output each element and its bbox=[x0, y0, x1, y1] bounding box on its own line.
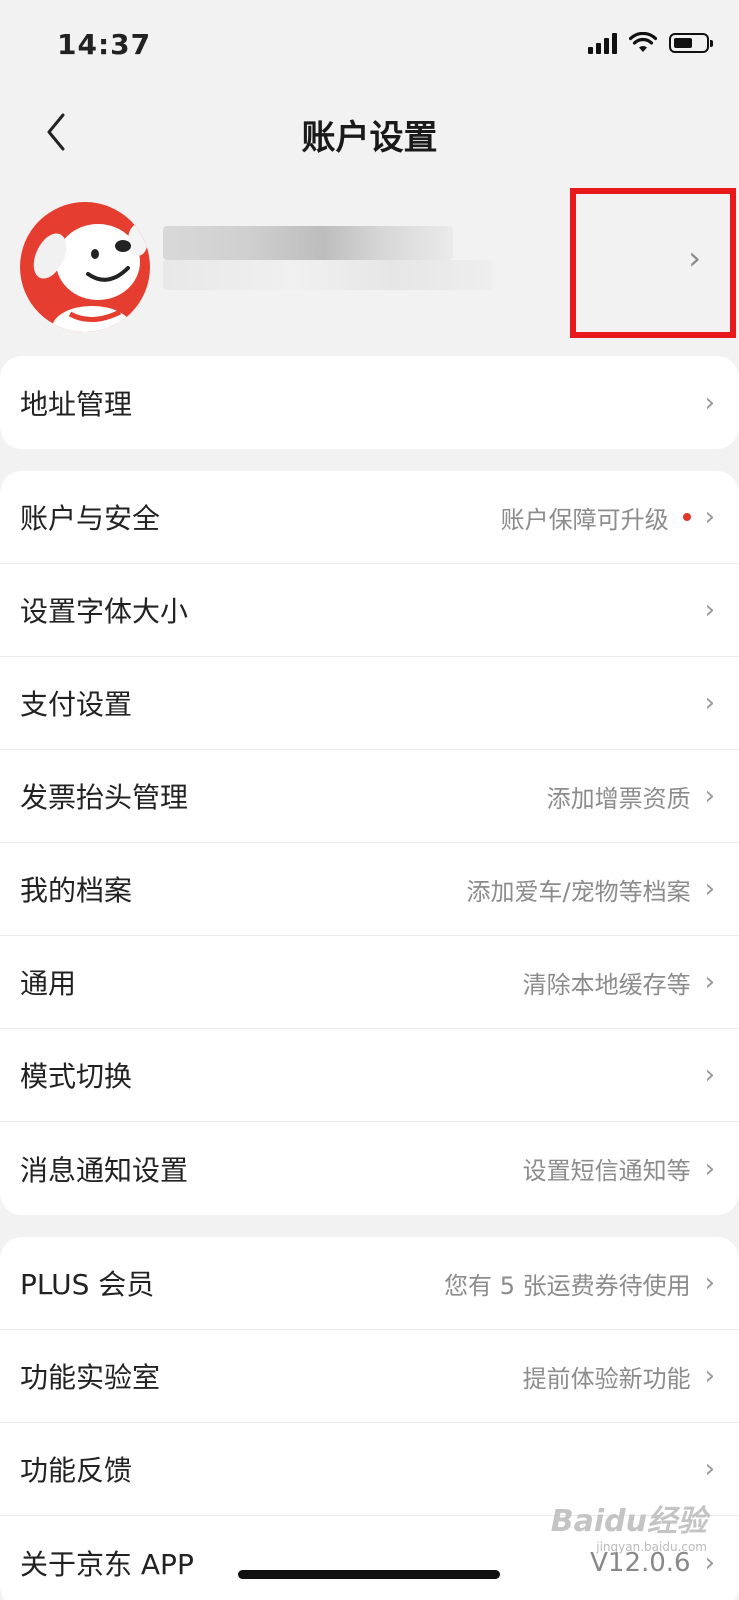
status-icons bbox=[588, 32, 713, 54]
row-label: 发票抬头管理 bbox=[20, 781, 189, 814]
row-hint: 设置短信通知等 bbox=[522, 1157, 691, 1185]
status-time: 14:37 bbox=[57, 28, 152, 61]
profile-header[interactable]: › bbox=[0, 180, 739, 356]
row-my-profile[interactable]: 我的档案 添加爱车/宠物等档案 › bbox=[0, 843, 739, 936]
chevron-right-icon: › bbox=[704, 967, 715, 997]
chevron-right-icon: › bbox=[704, 1361, 715, 1391]
chevron-right-icon: › bbox=[704, 1060, 715, 1090]
row-notification-settings[interactable]: 消息通知设置 设置短信通知等 › bbox=[0, 1122, 739, 1215]
chevron-right-icon: › bbox=[704, 874, 715, 904]
row-hint: 账户保障可升级 bbox=[500, 505, 669, 534]
row-address-management[interactable]: 地址管理 › bbox=[0, 356, 739, 449]
chevron-right-icon: › bbox=[704, 688, 715, 718]
chevron-right-icon: › bbox=[704, 387, 715, 418]
row-label: 功能实验室 bbox=[20, 1361, 161, 1394]
mascot-dog-icon bbox=[33, 224, 148, 332]
chevron-right-icon: › bbox=[704, 1268, 715, 1298]
chevron-right-icon: › bbox=[704, 1454, 715, 1484]
row-account-security[interactable]: 账户与安全 账户保障可升级 › bbox=[0, 471, 739, 564]
chevron-right-icon: › bbox=[704, 1153, 715, 1184]
nav-bar: 账户设置 bbox=[0, 92, 739, 172]
row-mode-switch[interactable]: 模式切换 › bbox=[0, 1029, 739, 1122]
chevron-right-icon[interactable]: › bbox=[688, 242, 701, 274]
row-plus-member[interactable]: PLUS 会员 您有 5 张运费券待使用 › bbox=[0, 1237, 739, 1330]
row-hint: 添加爱车/宠物等档案 bbox=[466, 877, 691, 906]
battery-icon bbox=[669, 33, 713, 53]
watermark: Baidu经验 jingyan.baidu.com bbox=[550, 1504, 707, 1554]
row-invoice-header[interactable]: 发票抬头管理 添加增票资质 › bbox=[0, 750, 739, 843]
page-title: 账户设置 bbox=[301, 118, 438, 158]
row-hint: 您有 5 张运费券待使用 bbox=[444, 1271, 691, 1300]
row-label: PLUS 会员 bbox=[20, 1268, 155, 1301]
highlight-annotation-box bbox=[570, 188, 736, 338]
row-label: 账户与安全 bbox=[20, 502, 161, 535]
row-label: 支付设置 bbox=[20, 688, 133, 721]
row-feature-lab[interactable]: 功能实验室 提前体验新功能 › bbox=[0, 1330, 739, 1423]
status-bar: 14:37 bbox=[0, 0, 739, 92]
settings-group-address: 地址管理 › bbox=[0, 356, 739, 449]
account-info-redacted bbox=[163, 260, 493, 290]
chevron-right-icon: › bbox=[704, 595, 715, 625]
row-font-size[interactable]: 设置字体大小 › bbox=[0, 564, 739, 657]
notification-dot bbox=[682, 513, 691, 521]
row-label: 模式切换 bbox=[20, 1060, 133, 1093]
row-hint: 清除本地缓存等 bbox=[522, 970, 691, 999]
home-indicator[interactable] bbox=[238, 1570, 500, 1579]
row-hint: 添加增票资质 bbox=[546, 784, 691, 813]
avatar[interactable] bbox=[20, 202, 150, 332]
row-label: 消息通知设置 bbox=[20, 1153, 189, 1187]
row-label: 我的档案 bbox=[20, 874, 133, 907]
row-label: 通用 bbox=[20, 967, 77, 1000]
row-hint: 提前体验新功能 bbox=[522, 1364, 691, 1393]
username-redacted bbox=[163, 226, 453, 260]
wifi-icon bbox=[629, 32, 657, 52]
row-label: 设置字体大小 bbox=[20, 595, 189, 628]
row-general[interactable]: 通用 清除本地缓存等 › bbox=[0, 936, 739, 1029]
row-label: 地址管理 bbox=[20, 387, 133, 421]
row-label: 关于京东 APP bbox=[20, 1547, 194, 1581]
chevron-right-icon: › bbox=[704, 502, 715, 532]
settings-group-main: 账户与安全 账户保障可升级 › 设置字体大小 › 支付设置 › 发票抬头管理 添… bbox=[0, 471, 739, 1215]
row-label: 功能反馈 bbox=[20, 1454, 133, 1487]
chevron-right-icon: › bbox=[704, 781, 715, 811]
row-payment-settings[interactable]: 支付设置 › bbox=[0, 657, 739, 750]
signal-icon bbox=[588, 32, 617, 54]
